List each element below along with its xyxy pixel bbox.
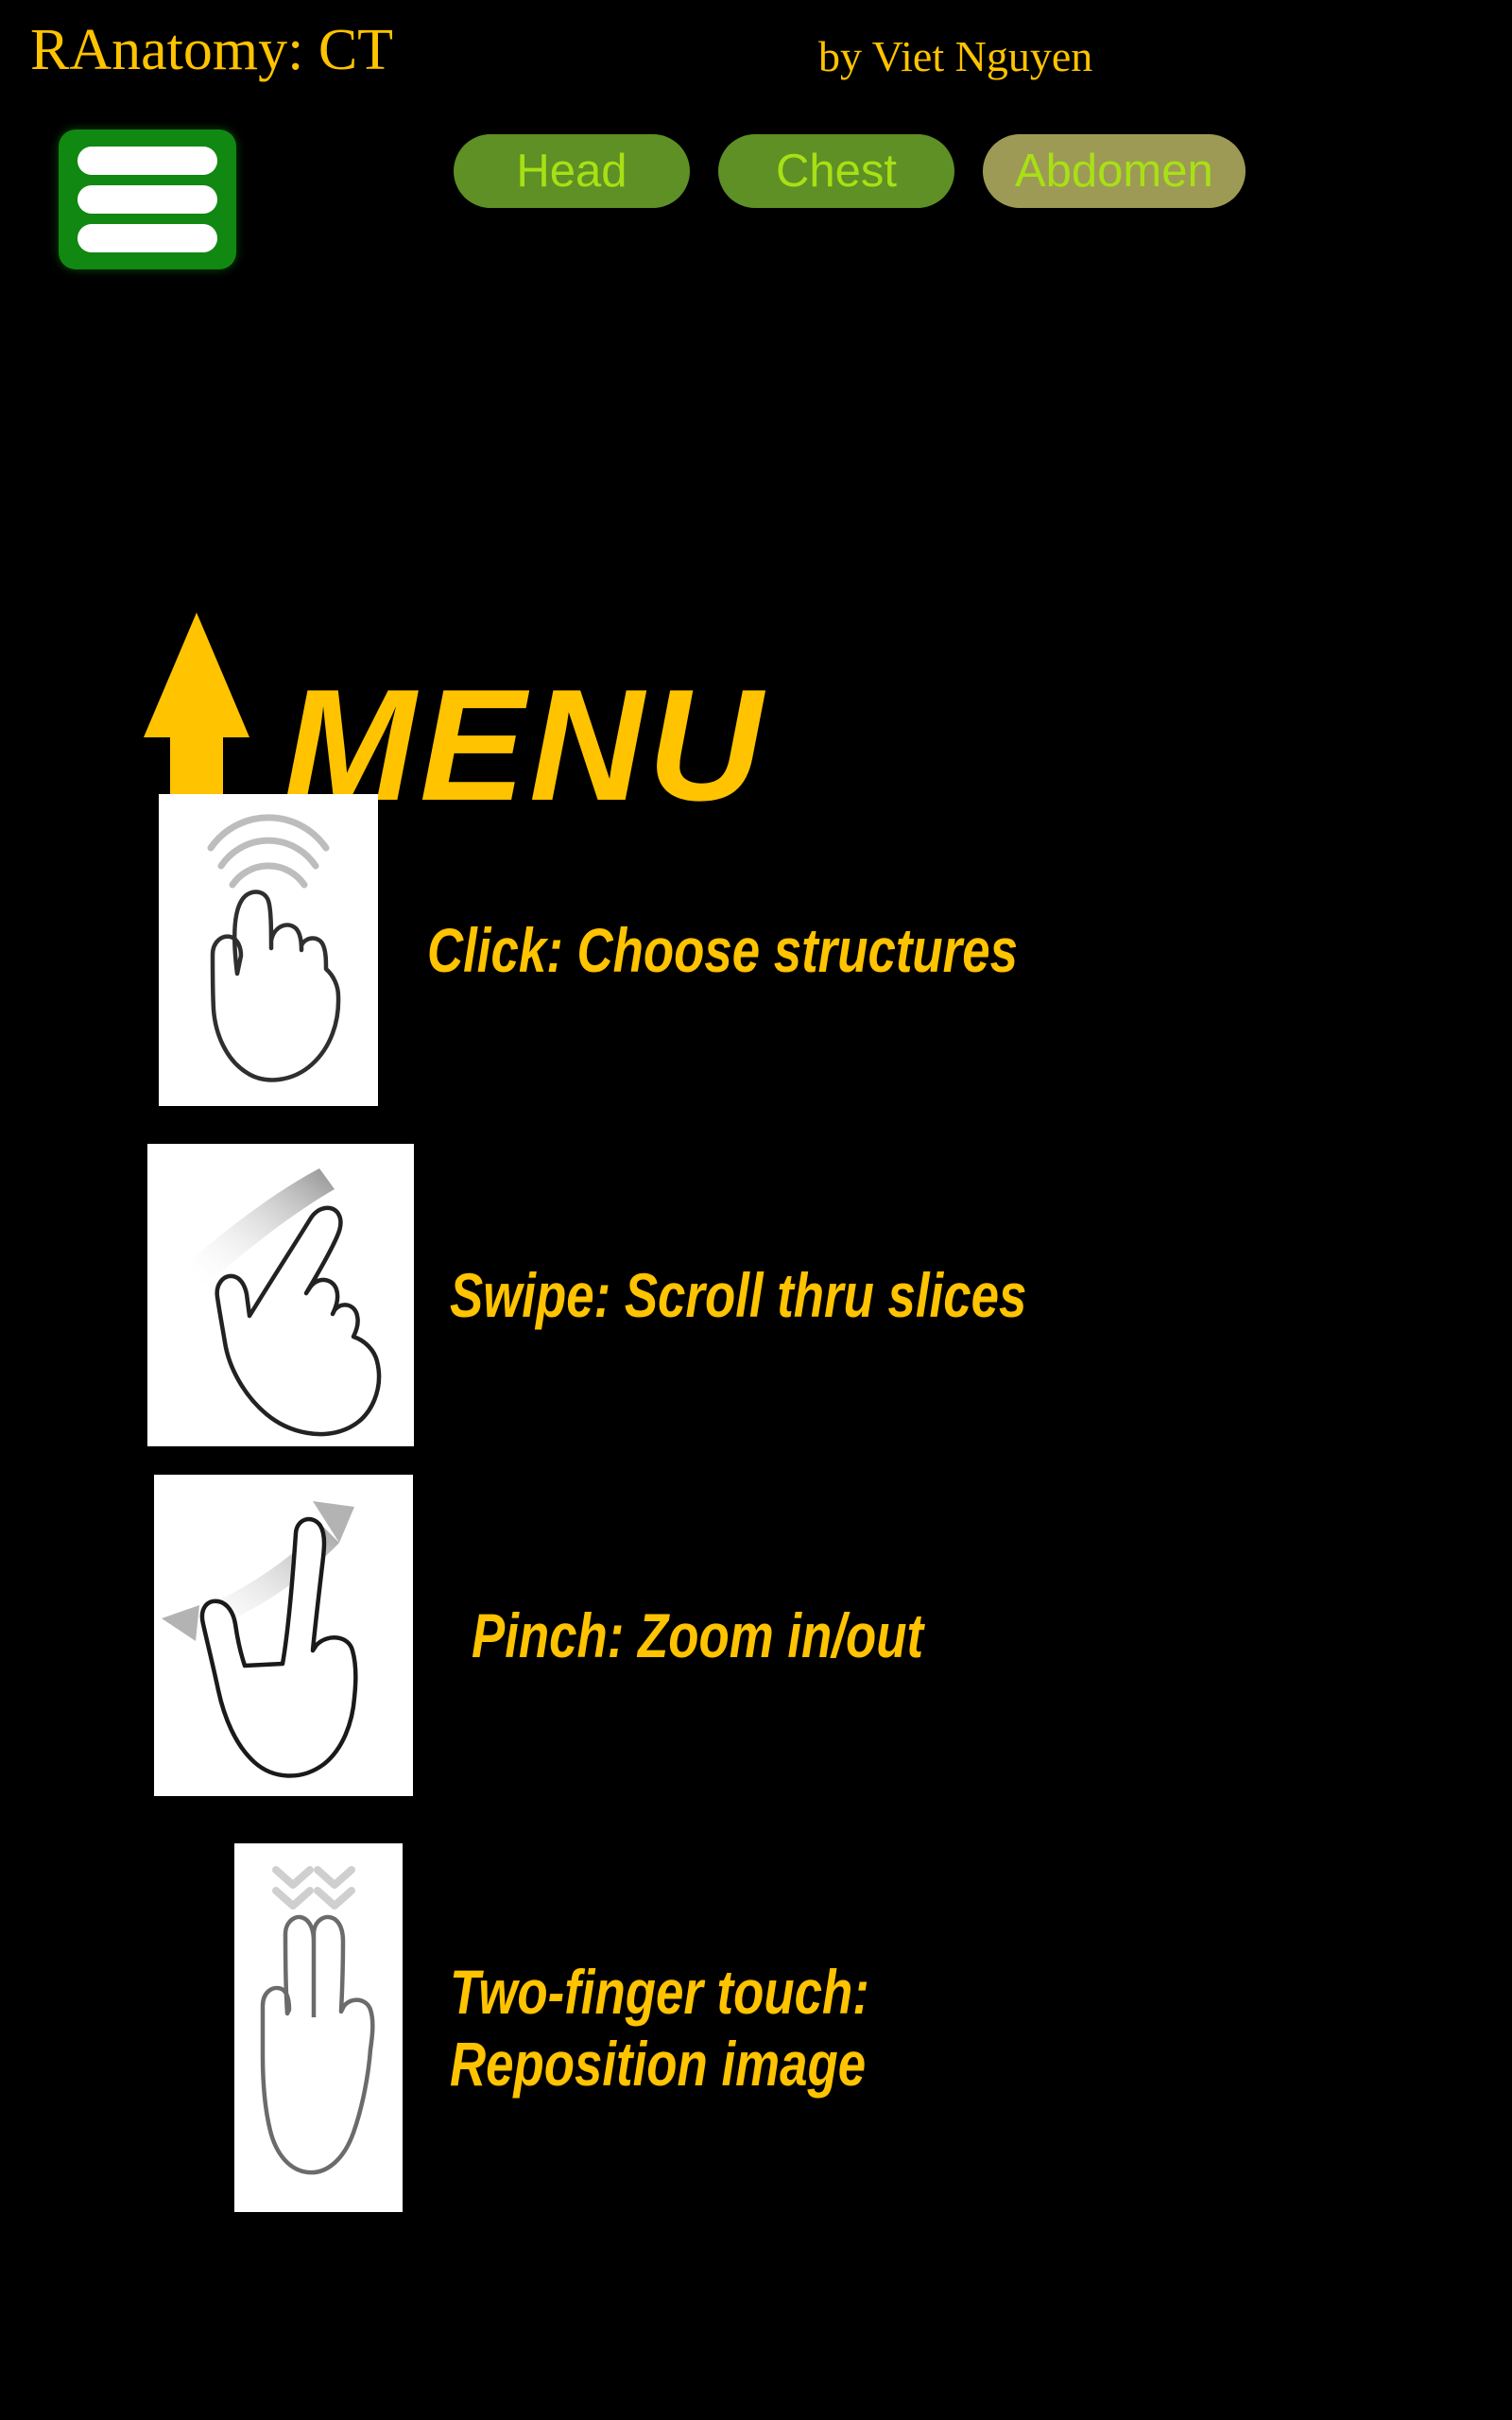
region-tabs: Head Chest Abdomen — [454, 134, 1246, 208]
menu-callout: MENU — [0, 301, 1512, 877]
hamburger-menu-button[interactable] — [59, 130, 236, 269]
tab-head-label: Head — [516, 145, 627, 197]
tap-hand-icon — [159, 794, 378, 1106]
tab-abdomen-label: Abdomen — [1015, 145, 1213, 197]
tab-chest[interactable]: Chest — [718, 134, 954, 208]
gesture-label-click: Click: Choose structures — [427, 915, 1018, 985]
gesture-label-two-finger: Two-finger touch: Reposition image — [450, 1957, 869, 2099]
gesture-row-click: Click: Choose structures — [159, 794, 1463, 1106]
hamburger-icon-bar-2 — [77, 185, 217, 214]
two-finger-hand-icon — [234, 1843, 403, 2212]
author-credit: by Viet Nguyen — [818, 32, 1093, 80]
app-header: RAnatomy: CT by Viet Nguyen Head Chest A… — [0, 0, 1512, 293]
tab-abdomen[interactable]: Abdomen — [983, 134, 1246, 208]
gesture-row-swipe: Swipe: Scroll thru slices — [147, 1144, 1470, 1446]
swipe-hand-icon — [147, 1144, 414, 1446]
gesture-row-two-finger: Two-finger touch: Reposition image — [234, 1843, 1463, 2212]
gesture-label-pinch: Pinch: Zoom in/out — [472, 1600, 924, 1670]
tab-head[interactable]: Head — [454, 134, 690, 208]
pinch-hand-icon — [154, 1475, 413, 1796]
hamburger-icon-bar-3 — [77, 224, 217, 252]
gesture-label-swipe: Swipe: Scroll thru slices — [450, 1260, 1027, 1330]
page-title: RAnatomy: CT — [30, 18, 394, 82]
gesture-row-pinch: Pinch: Zoom in/out — [154, 1475, 1458, 1796]
hamburger-icon-bar-1 — [77, 147, 217, 175]
tab-chest-label: Chest — [775, 145, 897, 197]
